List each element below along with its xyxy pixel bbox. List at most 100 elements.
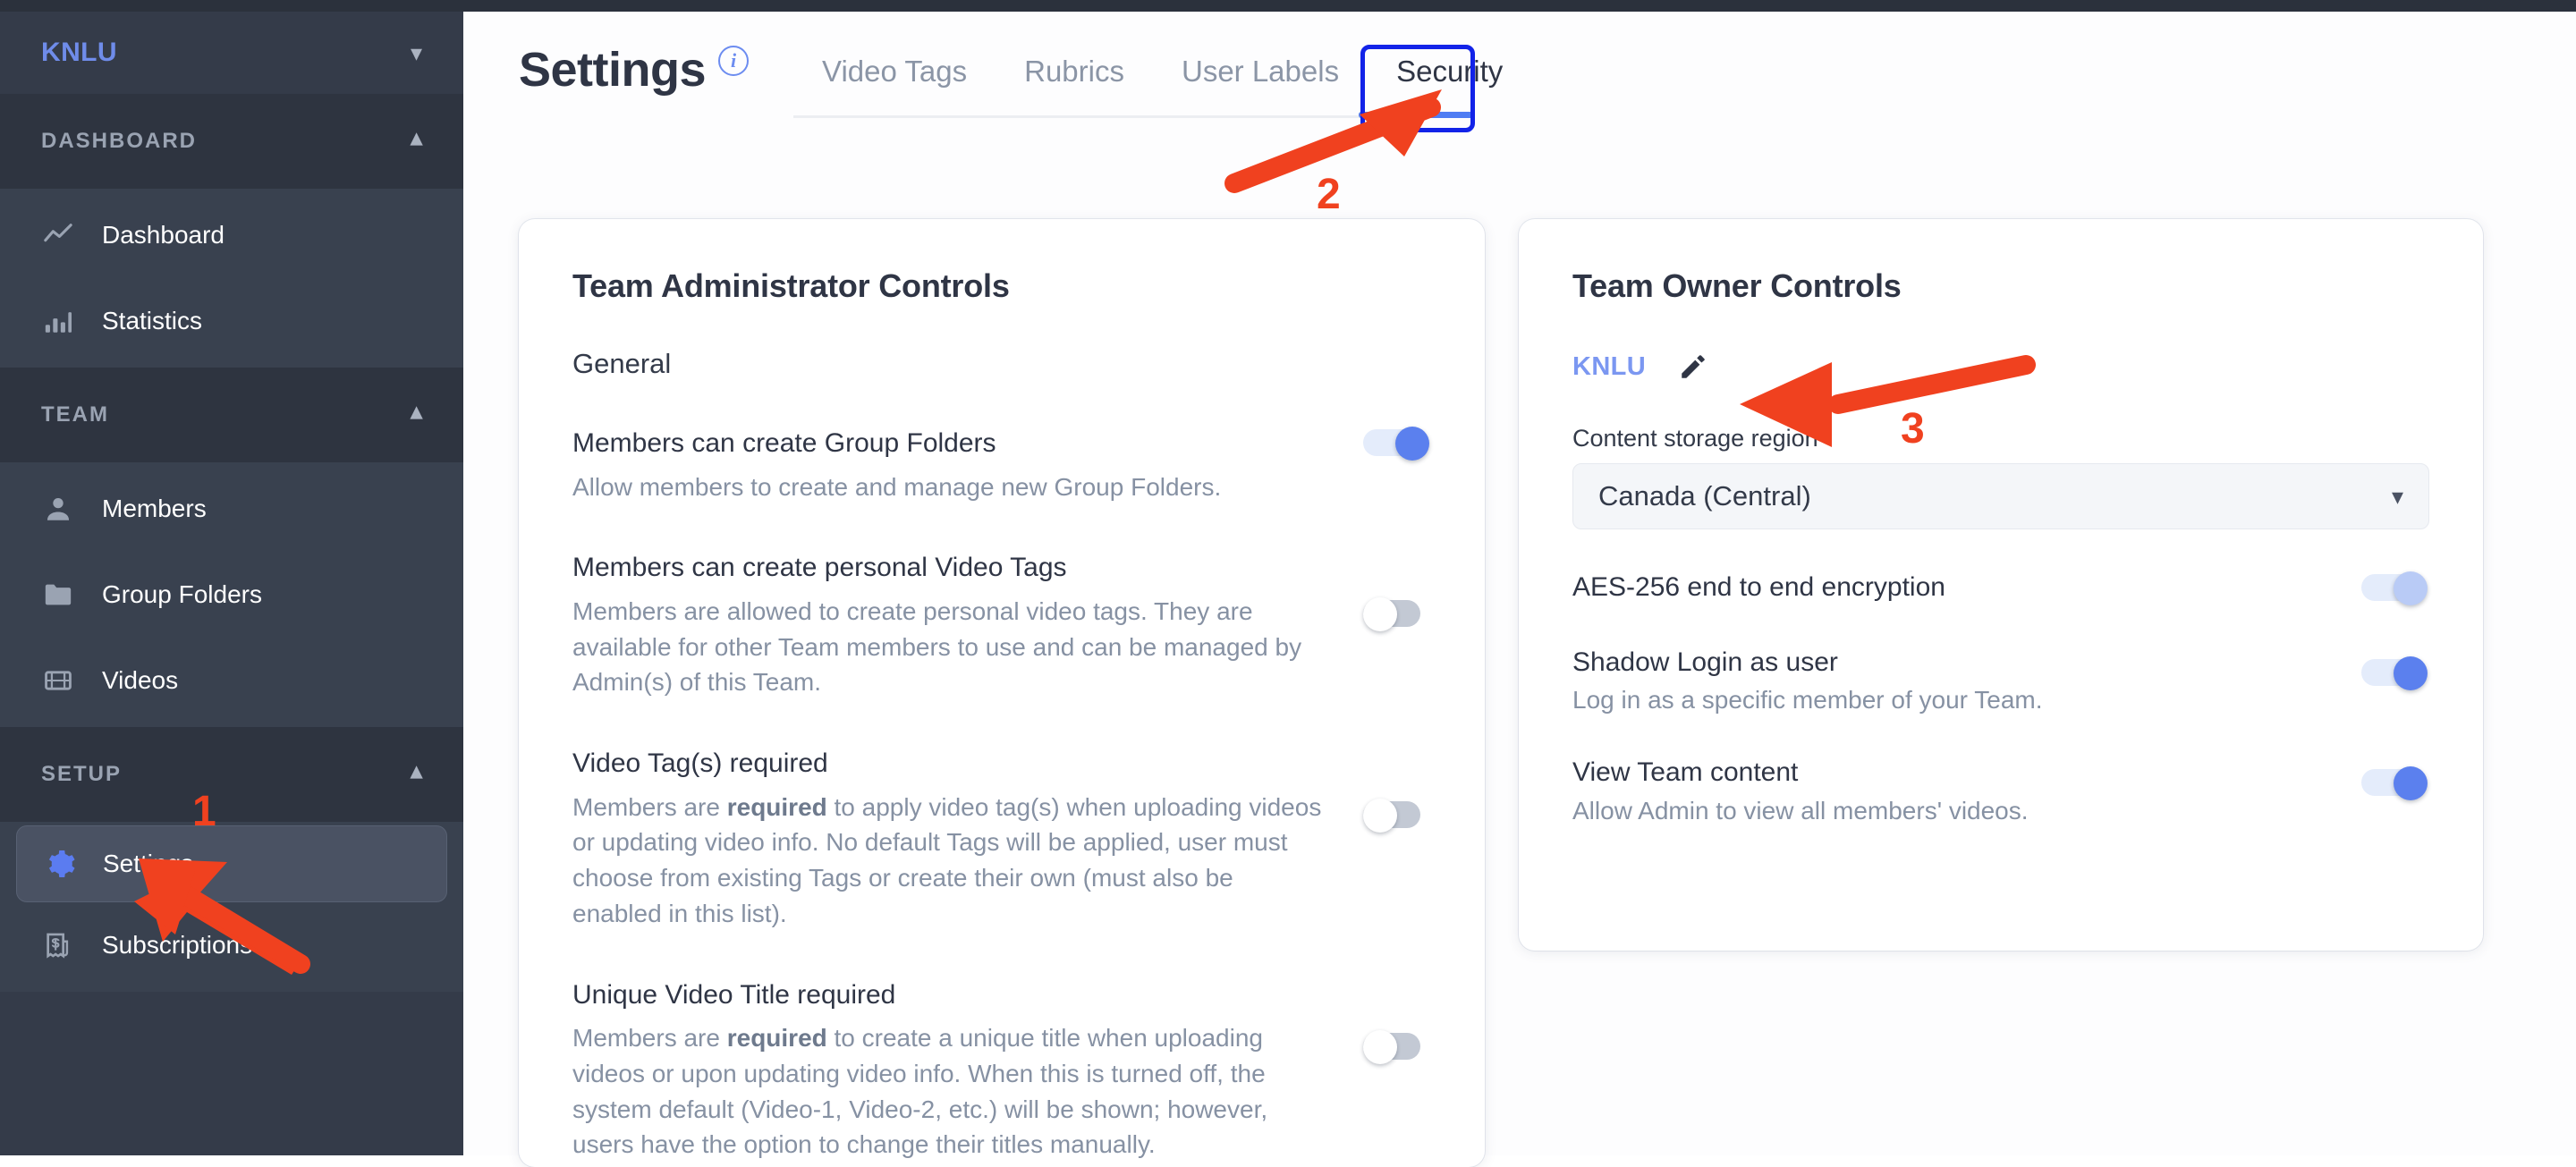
sidebar-item-group-folders[interactable]: Group Folders xyxy=(0,552,463,638)
setting-label: Shadow Login as user xyxy=(1572,647,1838,677)
tab-rubrics[interactable]: Rubrics xyxy=(996,51,1153,115)
sidebar-item-videos[interactable]: Videos xyxy=(0,638,463,723)
setting-description-text: Members are xyxy=(572,792,727,821)
film-icon xyxy=(43,665,93,696)
toggle-view-team-content[interactable] xyxy=(2361,766,2429,800)
setting-row: Video Tag(s) required Members are requir… xyxy=(572,747,1431,932)
team-owner-controls-card: Team Owner Controls KNLU Content storage… xyxy=(1519,219,2483,951)
person-icon xyxy=(43,494,93,524)
chevron-down-icon: ▾ xyxy=(2391,482,2403,510)
sidebar-item-label: Statistics xyxy=(102,307,203,334)
setting-description-text: Members are xyxy=(572,1024,727,1052)
sidebar-item-dashboard[interactable]: Dashboard xyxy=(0,192,463,278)
sidebar-item-label: Group Folders xyxy=(102,580,262,608)
settings-tabs: Video Tags Rubrics User Labels Security xyxy=(793,45,1531,132)
folder-icon xyxy=(43,579,93,610)
tab-security[interactable]: Security xyxy=(1368,51,1531,115)
setting-description: Members are required to apply video tag(… xyxy=(572,790,1327,932)
setting-description: Log in as a specific member of your Team… xyxy=(1572,686,2043,714)
owner-team-row: KNLU xyxy=(1572,351,2429,382)
team-administrator-controls-card: Team Administrator Controls General Memb… xyxy=(519,219,1485,1167)
setting-description: Members are required to create a unique … xyxy=(572,1020,1327,1163)
setting-label: AES-256 end to end encryption xyxy=(1572,572,1945,602)
page-title: Settings xyxy=(519,43,707,97)
setting-label: Unique Video Title required xyxy=(572,979,896,1010)
setting-description-text: Allow members to create and manage new G… xyxy=(572,472,1222,501)
chevron-up-icon[interactable]: ▾ xyxy=(409,402,422,428)
owner-team-edit-pencil[interactable] xyxy=(1678,351,1708,382)
line-chart-icon xyxy=(43,220,93,250)
toggle-aes-256-encryption[interactable] xyxy=(2361,571,2429,605)
setting-label: Members can create Group Folders xyxy=(572,428,996,458)
tab-video-tags[interactable]: Video Tags xyxy=(793,51,996,115)
sidebar-team-switcher[interactable]: KNLU ▾ xyxy=(0,12,463,94)
sidebar-item-label: Videos xyxy=(102,666,179,694)
setting-label: View Team content xyxy=(1572,757,1799,787)
sidebar-item-members[interactable]: Members xyxy=(0,466,463,552)
toggle-unique-video-title-required[interactable] xyxy=(1363,1029,1431,1064)
setting-description-bold: required xyxy=(726,1024,827,1052)
toggle-knob xyxy=(2394,655,2428,690)
toggle-knob xyxy=(1363,597,1397,632)
gear-icon xyxy=(44,848,94,880)
setting-label: Video Tag(s) required xyxy=(572,748,828,778)
tab-user-labels[interactable]: User Labels xyxy=(1153,51,1368,115)
setting-label: Members can create personal Video Tags xyxy=(572,553,1067,583)
sidebar-group-setup[interactable]: SETUP ▾ xyxy=(0,727,463,822)
setting-description: Allow members to create and manage new G… xyxy=(572,469,1221,505)
setting-row: Unique Video Title required Members are … xyxy=(572,978,1431,1163)
setting-row: Members can create Group Folders Allow m… xyxy=(572,427,1431,504)
toggle-members-can-create-group-folders[interactable] xyxy=(1363,427,1431,461)
sidebar-item-subscriptions[interactable]: Subscriptions xyxy=(0,902,463,988)
chevron-up-icon[interactable]: ▾ xyxy=(409,128,422,155)
setting-description: Allow Admin to view all members' videos. xyxy=(1572,796,2029,825)
active-tab-indicator xyxy=(1359,112,1476,118)
sidebar-item-label: Members xyxy=(102,495,207,522)
setting-row: Members can create personal Video Tags M… xyxy=(572,551,1431,700)
sidebar-group-label: TEAM xyxy=(41,402,109,427)
sidebar-item-statistics[interactable]: Statistics xyxy=(0,278,463,364)
content-storage-region-select[interactable]: Canada (Central) ▾ xyxy=(1572,463,2429,529)
owner-team-name[interactable]: KNLU xyxy=(1572,352,1646,382)
toggle-video-tags-required[interactable] xyxy=(1363,799,1431,833)
sidebar-team-name: KNLU xyxy=(41,38,117,67)
section-title-general: General xyxy=(572,348,672,379)
sidebar-group-team[interactable]: TEAM ▾ xyxy=(0,368,463,462)
setting-description-bold: required xyxy=(726,792,827,821)
setting-description: Members are allowed to create personal v… xyxy=(572,594,1327,700)
sidebar: KNLU ▾ DASHBOARD ▾ Dashboard Statistics xyxy=(0,12,463,1155)
bar-chart-icon xyxy=(43,306,93,336)
card-title: Team Owner Controls xyxy=(1572,267,1902,304)
card-title: Team Administrator Controls xyxy=(572,267,1010,304)
owner-setting-row: View Team content Allow Admin to view al… xyxy=(1572,756,2429,825)
owner-setting-row: Shadow Login as user Log in as a specifi… xyxy=(1572,646,2429,715)
owner-setting-row: AES-256 end to end encryption xyxy=(1572,571,2429,605)
sidebar-group-team-items: Members Group Folders Videos xyxy=(0,462,463,727)
sidebar-item-label: Dashboard xyxy=(102,221,225,249)
sidebar-item-label: Settings xyxy=(103,850,194,877)
content-storage-region-value: Canada (Central) xyxy=(1598,480,1811,512)
receipt-dollar-icon xyxy=(43,930,93,960)
sidebar-item-label: Subscriptions xyxy=(102,931,253,959)
sidebar-group-dashboard[interactable]: DASHBOARD ▾ xyxy=(0,94,463,189)
chevron-down-icon[interactable]: ▾ xyxy=(411,41,422,64)
setting-description-text: Members are allowed to create personal v… xyxy=(572,596,1302,697)
sidebar-group-setup-items: Settings Subscriptions xyxy=(0,822,463,992)
tabs-divider xyxy=(793,112,1476,118)
toggle-members-can-create-personal-video-tags[interactable] xyxy=(1363,597,1431,632)
toggle-shadow-login-as-user[interactable] xyxy=(2361,655,2429,690)
settings-cards: Team Administrator Controls General Memb… xyxy=(519,219,2483,1167)
content-storage-region-label: Content storage region xyxy=(1572,425,1818,452)
main-content: Settings i Video Tags Rubrics User Label… xyxy=(463,12,2576,1167)
window-top-bar xyxy=(0,0,2576,12)
toggle-knob xyxy=(1395,427,1429,461)
chevron-up-icon[interactable]: ▾ xyxy=(409,761,422,788)
toggle-knob xyxy=(1363,799,1397,833)
info-circle-icon[interactable]: i xyxy=(718,46,750,76)
sidebar-group-label: SETUP xyxy=(41,762,123,786)
toggle-knob xyxy=(2394,571,2428,605)
page-header: Settings i Video Tags Rubrics User Label… xyxy=(463,12,2576,132)
sidebar-item-settings[interactable]: Settings xyxy=(16,825,447,902)
sidebar-group-label: DASHBOARD xyxy=(41,129,197,153)
toggle-knob xyxy=(2394,766,2428,800)
